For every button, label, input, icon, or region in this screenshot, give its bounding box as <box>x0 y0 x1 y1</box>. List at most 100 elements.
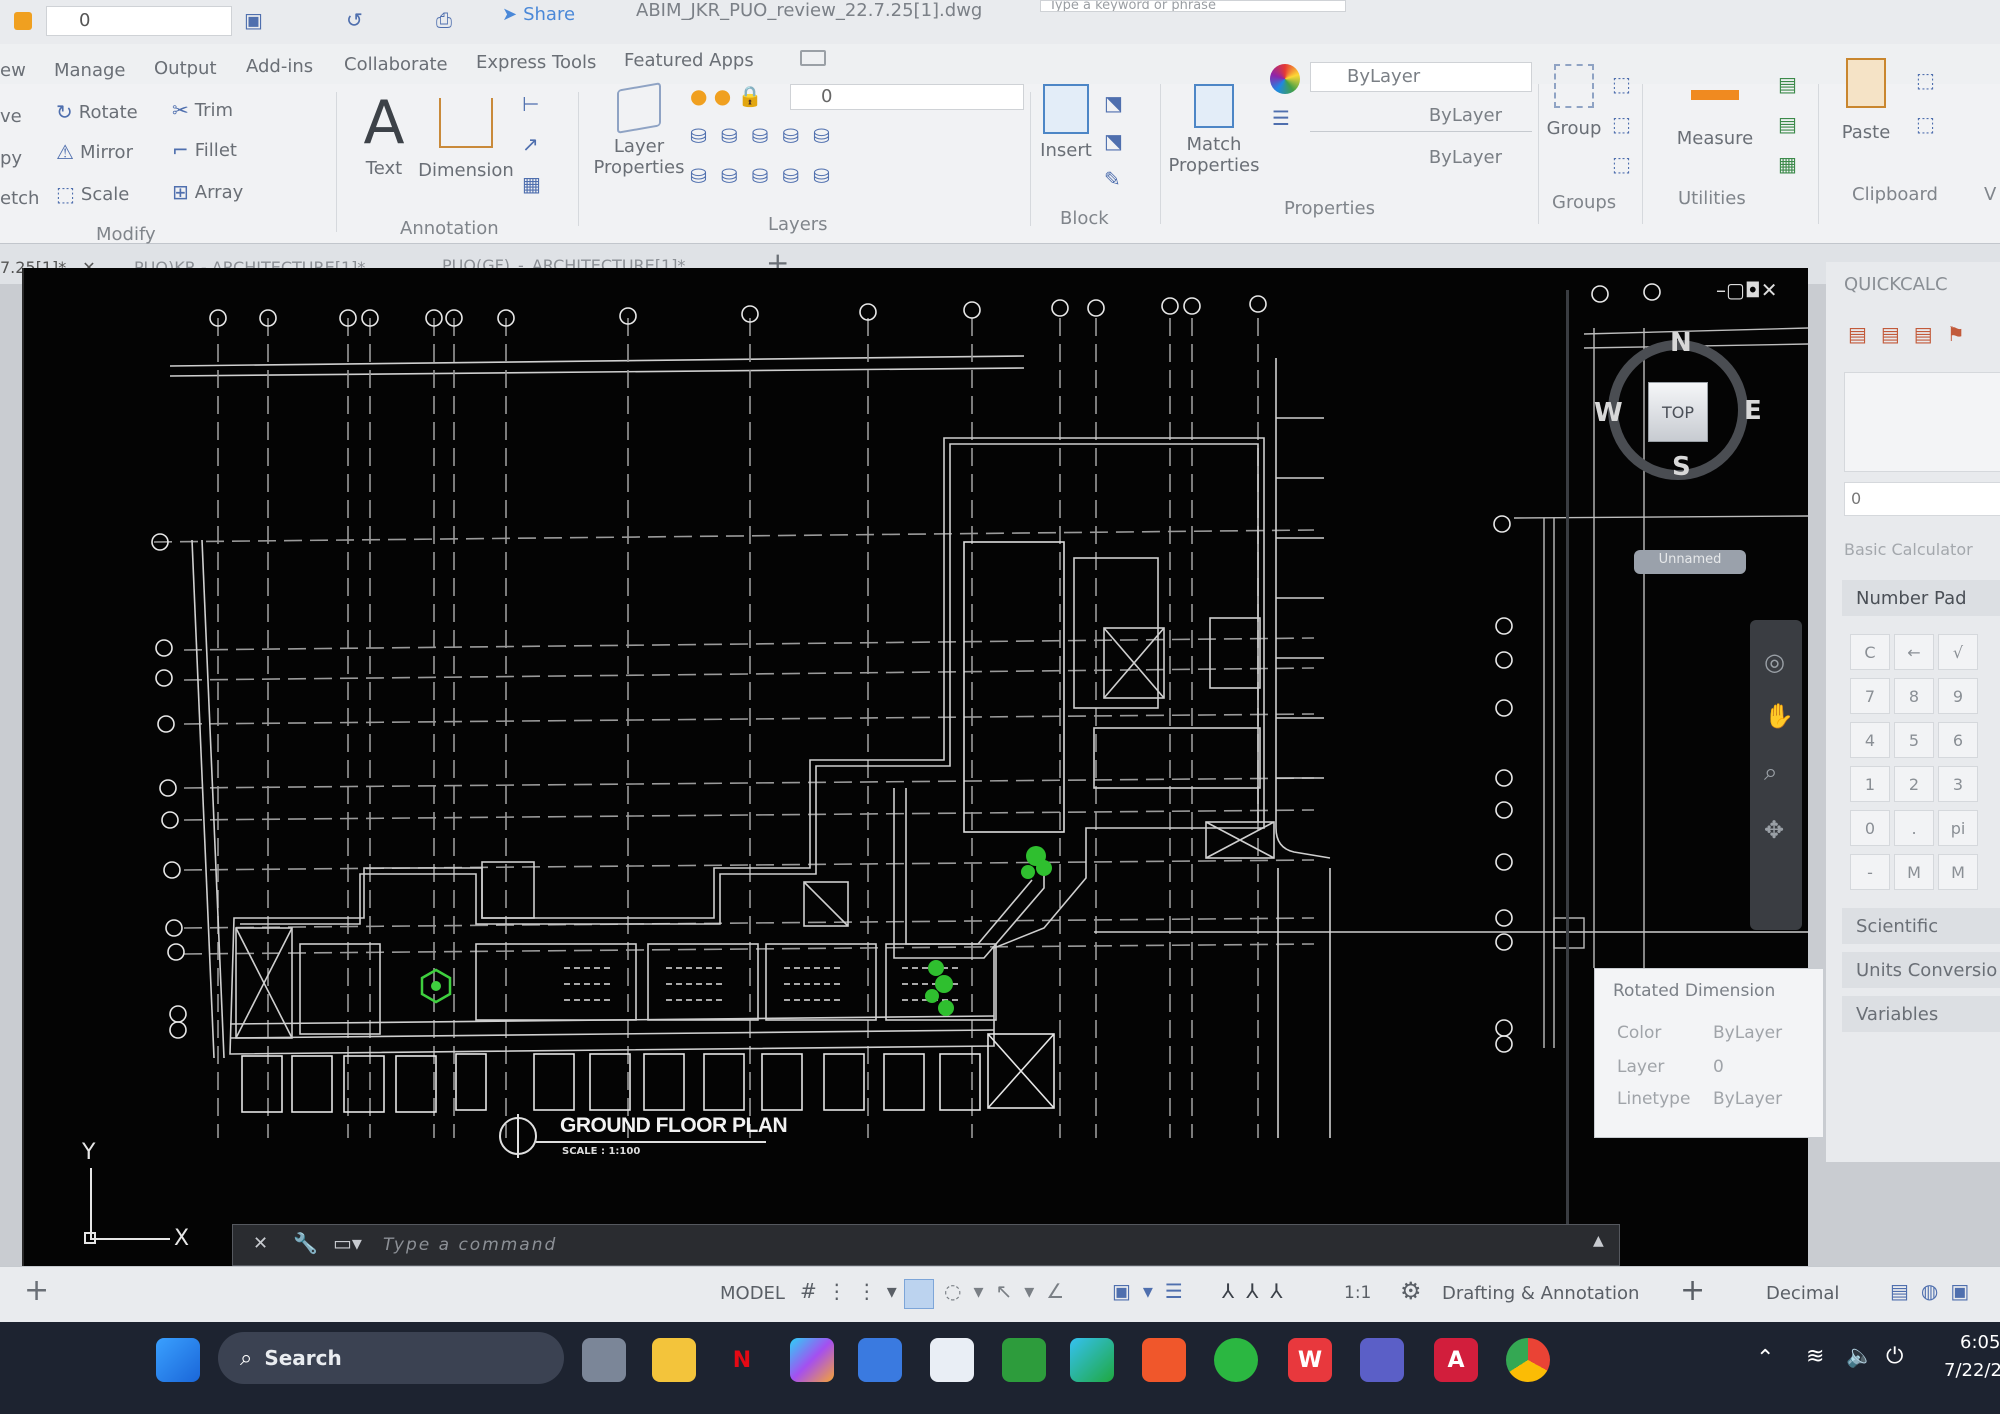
keypad-key[interactable]: 0 <box>1850 810 1890 846</box>
osnap-icons[interactable]: ▣▾☰ <box>1112 1279 1195 1303</box>
dimension-button[interactable]: Dimension <box>414 92 518 181</box>
brave-icon[interactable] <box>1142 1338 1186 1382</box>
battery-icon[interactable]: ⏻ <box>1886 1344 1903 1369</box>
model-space-button[interactable]: MODEL <box>720 1283 785 1304</box>
zoom-icon[interactable]: ⌕ <box>1764 758 1777 786</box>
measure-button[interactable]: Measure <box>1650 74 1780 149</box>
lineweight-dropdown[interactable]: ByLayer <box>1310 144 1532 174</box>
annotation-scale-icons[interactable]: ⅄⅄⅄ <box>1222 1279 1295 1303</box>
quickcalc-toolbar-icons[interactable]: ▤▤▤⚑ <box>1848 322 1979 346</box>
close-command-icon[interactable]: ✕ <box>253 1233 268 1254</box>
layer-tools-icons[interactable]: ⛁⛁⛁⛁⛁ <box>690 124 844 148</box>
tab-add-ins[interactable]: Add-ins <box>246 56 313 77</box>
ortho-icon[interactable] <box>904 1279 934 1309</box>
autocad-icon[interactable]: A <box>1434 1338 1478 1382</box>
leader-icon[interactable]: ↗ <box>522 132 539 156</box>
trim-button[interactable]: ✂ Trim <box>172 98 233 122</box>
layers-panel-title[interactable]: Layers <box>768 214 828 235</box>
view-panel-title[interactable]: V <box>1984 184 1996 205</box>
workspace-switch[interactable]: Drafting & Annotation <box>1442 1283 1639 1304</box>
move-label[interactable]: ve <box>0 106 22 127</box>
keypad-key[interactable]: 9 <box>1938 678 1978 714</box>
tab-view[interactable]: ew <box>0 60 26 81</box>
utility-tools-icons[interactable]: ▤ ▤ ▦ <box>1778 64 1797 184</box>
tab-manage[interactable]: Manage <box>54 60 126 81</box>
compass-w[interactable]: W <box>1594 398 1623 428</box>
keypad-key[interactable]: 8 <box>1894 678 1934 714</box>
save-icon[interactable]: ▣ <box>244 8 263 32</box>
keypad-key[interactable]: 5 <box>1894 722 1934 758</box>
recent-commands-icon[interactable]: ▭▾ <box>333 1231 362 1255</box>
keypad-key[interactable]: √ <box>1938 634 1978 670</box>
compass-e[interactable]: E <box>1744 396 1762 426</box>
compass-n[interactable]: N <box>1670 328 1692 358</box>
match-properties-button[interactable]: Match Properties <box>1164 84 1264 176</box>
group-tools-icons[interactable]: ⬚ ⬚ ⬚ <box>1612 64 1631 184</box>
layer-lock-icon[interactable] <box>14 12 32 30</box>
utilities-panel-title[interactable]: Utilities <box>1678 188 1746 209</box>
whatsapp-icon[interactable] <box>1214 1338 1258 1382</box>
keypad-key[interactable]: 7 <box>1850 678 1890 714</box>
layer-state-icons[interactable]: ● ● 🔒 <box>690 84 763 108</box>
drawing-canvas[interactable]: GROUND FLOOR PLAN SCALE : 1:100 Y X TOP … <box>22 268 1809 1266</box>
keypad-key[interactable]: pi <box>1938 810 1978 846</box>
keypad-key[interactable]: 4 <box>1850 722 1890 758</box>
variables-header[interactable]: Variables <box>1842 996 2000 1032</box>
customize-icon[interactable]: 🔧 <box>293 1231 318 1255</box>
clipboard-panel-title[interactable]: Clipboard <box>1852 184 1938 205</box>
keypad-key[interactable]: ← <box>1894 634 1934 670</box>
xbox-icon[interactable] <box>1002 1338 1046 1382</box>
scale-button[interactable]: ⬚ Scale <box>56 182 129 206</box>
units-button[interactable]: Decimal <box>1766 1283 1839 1304</box>
keypad-key[interactable]: C <box>1850 634 1890 670</box>
chrome-icon[interactable] <box>1506 1338 1550 1382</box>
rotate-button[interactable]: ↻ Rotate <box>56 100 138 124</box>
store-icon[interactable] <box>930 1338 974 1382</box>
linear-dim-icon[interactable]: ⊢ <box>522 92 539 116</box>
scientific-header[interactable]: Scientific <box>1842 908 2000 944</box>
plot-icon[interactable]: ⎙ <box>436 8 452 32</box>
taskbar-search[interactable]: ⌕ Search <box>218 1332 564 1384</box>
wifi-icon[interactable]: ≋ <box>1806 1344 1824 1369</box>
keypad-key[interactable]: M <box>1938 854 1978 890</box>
group-button[interactable]: Group <box>1544 64 1604 139</box>
keypad-key[interactable]: 2 <box>1894 766 1934 802</box>
viewport-divider[interactable] <box>1566 290 1569 1266</box>
ucs-dropdown[interactable]: Unnamed <box>1634 550 1746 574</box>
wps-office-icon[interactable]: W <box>1288 1338 1332 1382</box>
edge-icon[interactable] <box>1070 1338 1114 1382</box>
teams-icon[interactable] <box>1360 1338 1404 1382</box>
array-button[interactable]: ⊞ Array <box>172 180 243 204</box>
insert-button[interactable]: Insert <box>1036 84 1096 161</box>
netflix-icon[interactable]: N <box>720 1338 764 1382</box>
tray-chevron-icon[interactable]: ⌃ <box>1756 1346 1774 1371</box>
properties-panel-title[interactable]: Properties <box>1284 198 1375 219</box>
command-history-icon[interactable]: ▲ <box>1593 1233 1604 1249</box>
groups-panel-title[interactable]: Groups <box>1552 192 1616 213</box>
search-box[interactable]: Type a keyword or phrase <box>1040 0 1346 12</box>
viewcube[interactable]: TOP N S E W <box>1584 328 1774 492</box>
file-explorer-icon[interactable] <box>652 1338 696 1382</box>
paste-button[interactable]: Paste <box>1826 58 1906 143</box>
command-input[interactable]: Type a command <box>383 1235 557 1255</box>
undo-icon[interactable]: ↺ <box>346 8 363 32</box>
photos-icon[interactable] <box>858 1338 902 1382</box>
keypad-key[interactable]: 1 <box>1850 766 1890 802</box>
table-icon[interactable]: ▦ <box>522 172 541 196</box>
steering-wheel-icon[interactable]: ◎ <box>1764 648 1785 676</box>
copy-label[interactable]: py <box>0 148 22 169</box>
tab-collaborate[interactable]: Collaborate <box>344 54 448 75</box>
block-edit-icons[interactable]: ⬔ ⬔ ✎ <box>1104 84 1123 198</box>
layer-dropdown[interactable]: 0 <box>790 84 1024 110</box>
grid-icon[interactable]: #⋮⋮▾ <box>800 1279 907 1303</box>
linetype-dropdown[interactable]: ByLayer <box>1310 102 1532 132</box>
keypad-key[interactable]: 3 <box>1938 766 1978 802</box>
command-line[interactable]: ✕ 🔧 ▭▾ Type a command ▲ <box>232 1224 1620 1266</box>
annotation-monitor-icon[interactable]: + <box>1680 1273 1705 1308</box>
start-icon[interactable] <box>156 1338 200 1382</box>
layer-tools-icons-2[interactable]: ⛁⛁⛁⛁⛁ <box>690 164 844 188</box>
clock-date[interactable]: 7/22/2 <box>1944 1360 2000 1381</box>
tab-express-tools[interactable]: Express Tools <box>476 52 596 73</box>
block-panel-title[interactable]: Block <box>1060 208 1109 229</box>
layer-properties-button[interactable]: Layer Properties <box>584 82 694 178</box>
